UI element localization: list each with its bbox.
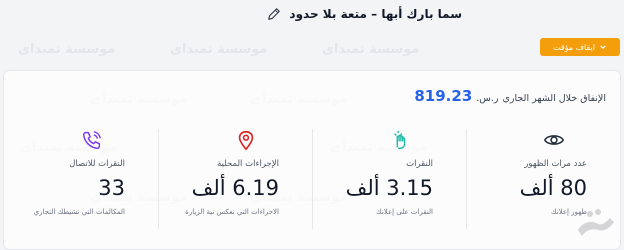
spend-value: 819.23 <box>414 87 473 105</box>
metric-subtext: المكالمات التي تشيطك التجاري <box>33 208 125 216</box>
metric-value: 33 <box>98 176 125 200</box>
divider <box>312 129 313 229</box>
phone-call-icon <box>83 131 101 149</box>
metric-label: الإجراءات المحلية <box>217 159 279 169</box>
chevron-down-icon <box>600 45 606 50</box>
monthly-spend: الإنفاق خلال الشهر الجاري ر.س. 819.23 <box>414 87 606 105</box>
pencil-icon[interactable] <box>267 7 281 21</box>
metric-call-clicks: النقرات للاتصال 33 المكالمات التي تشيطك … <box>8 121 158 231</box>
metric-value: 80 ألف <box>519 176 587 200</box>
divider <box>158 129 159 229</box>
campaign-title-group: سما بارك أبها – متعة بلا حدود <box>267 7 462 21</box>
metric-local-actions: الإجراءات المحلية 6.19 ألف الاجراءات الت… <box>162 121 312 231</box>
watermark-text: موسسة تميداى <box>170 42 268 57</box>
metric-label: عدد مرات الظهور <box>524 159 587 169</box>
metric-subtext: النقرات على إعلانك <box>375 208 433 216</box>
metric-label: النقرات <box>406 159 433 169</box>
haraj-logo <box>578 209 614 236</box>
metric-clicks: النقرات 3.15 ألف النقرات على إعلانك <box>316 121 466 231</box>
stats-card: الإنفاق خلال الشهر الجاري ر.س. 819.23 عد… <box>3 70 621 250</box>
eye-icon <box>544 135 564 145</box>
spend-currency: ر.س. <box>476 93 499 104</box>
metric-subtext: الاجراءات التي تعكس نية الزيارة <box>185 208 279 216</box>
location-pin-icon <box>238 130 254 151</box>
watermark-text: موسسة تميداى <box>18 42 116 57</box>
metric-value: 6.19 ألف <box>191 176 279 200</box>
watermark-text: موسسة تميداى <box>322 42 420 57</box>
top-bar: سما بارك أبها – متعة بلا حدود <box>0 0 624 30</box>
divider <box>466 129 467 229</box>
tap-icon <box>394 130 406 149</box>
metric-value: 3.15 ألف <box>345 176 433 200</box>
pause-label: ايقاف مؤقت <box>553 42 595 52</box>
metric-label: النقرات للاتصال <box>69 159 125 169</box>
spend-label: الإنفاق خلال الشهر الجاري <box>502 93 607 104</box>
pause-campaign-button[interactable]: ايقاف مؤقت <box>540 38 620 56</box>
campaign-title: سما بارك أبها – متعة بلا حدود <box>289 7 462 21</box>
